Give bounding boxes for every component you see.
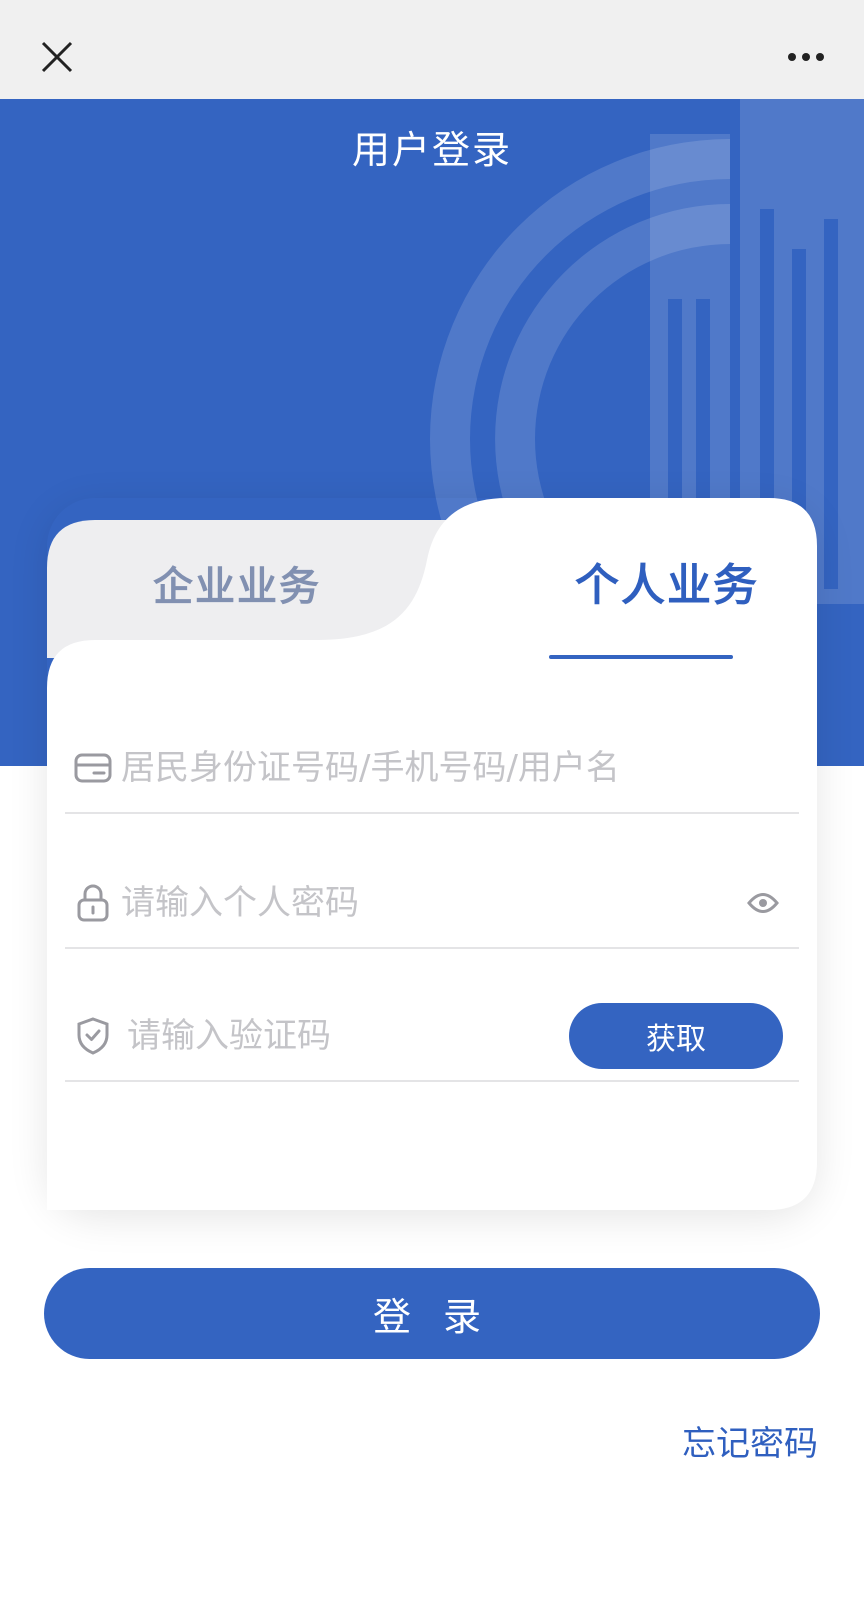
page-title: 用户登录 — [351, 128, 512, 172]
active-tab-indicator — [549, 655, 733, 659]
more-dots-icon[interactable] — [776, 30, 836, 84]
close-icon[interactable] — [30, 30, 84, 84]
account-input[interactable] — [121, 748, 799, 788]
login-button[interactable]: 登 录 — [44, 1268, 820, 1359]
account-field — [65, 724, 799, 814]
password-field — [65, 859, 799, 949]
verification-code-input[interactable] — [127, 1016, 569, 1056]
password-input[interactable] — [121, 883, 741, 923]
forgot-password-link[interactable]: 忘记密码 — [682, 1416, 818, 1465]
eye-icon[interactable] — [741, 881, 785, 925]
tab-personal-business[interactable]: 个人业务 — [547, 546, 787, 616]
shield-check-icon — [73, 1016, 113, 1056]
login-card: 企业业务 个人业务 居民身份证号码/手机号码/用户名 请输入验证码 获取 — [47, 498, 817, 1210]
top-bar — [0, 0, 864, 99]
tab-company-business[interactable]: 企业业务 — [117, 548, 357, 618]
get-code-button[interactable]: 获取 — [569, 1003, 783, 1069]
id-card-icon — [73, 748, 113, 788]
verification-code-field: 获取 — [65, 992, 799, 1082]
lock-icon — [73, 883, 113, 923]
